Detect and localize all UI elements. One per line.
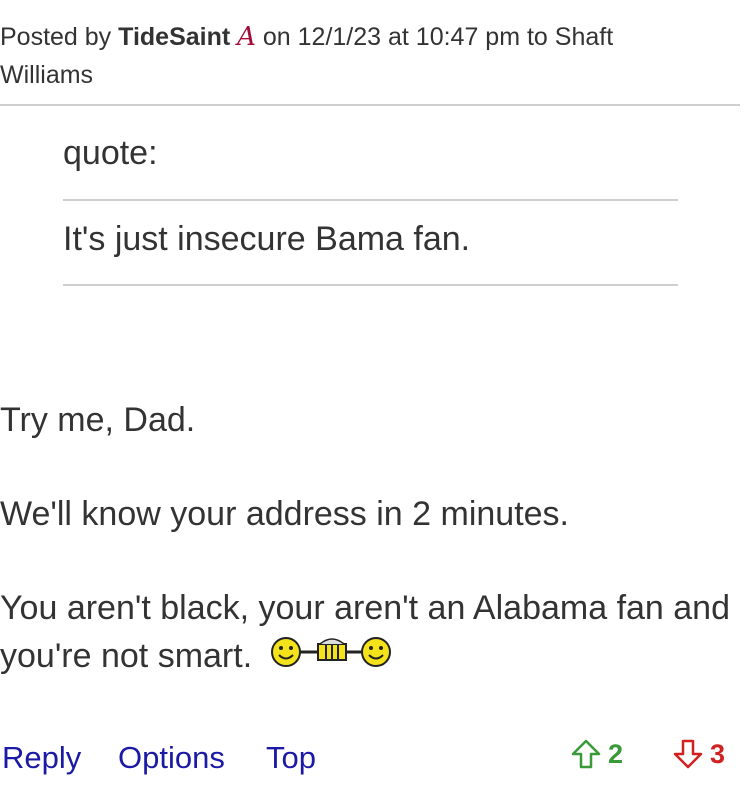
post-body-line: We'll know your address in 2 minutes. (0, 495, 570, 533)
smiley-emoticon-icon (270, 634, 392, 683)
header-divider (0, 104, 740, 106)
alabama-logo-icon: A (237, 22, 256, 52)
quote-text: It's just insecure Bama fan. (63, 220, 471, 258)
post-body-line-with-emoji: You aren't black, your aren't an Alabama… (0, 584, 730, 683)
options-link[interactable]: Options (118, 740, 225, 776)
author-name[interactable]: TideSaint (118, 23, 230, 51)
post-header: Posted by TideSaint A on 12/1/23 at 10:4… (0, 18, 690, 94)
reply-link[interactable]: Reply (2, 740, 81, 776)
top-link[interactable]: Top (266, 740, 316, 776)
upvote-button[interactable]: 2 (570, 738, 623, 770)
post-body-line: Try me, Dad. (0, 401, 196, 439)
quote-top-divider (63, 199, 678, 201)
arrow-up-icon (571, 739, 601, 769)
downvote-button[interactable]: 3 (672, 738, 725, 770)
quote-bottom-divider (63, 284, 678, 286)
posted-by-label: Posted by (0, 23, 112, 51)
downvote-count: 3 (710, 738, 726, 769)
upvote-count: 2 (608, 738, 624, 769)
arrow-down-icon (673, 739, 703, 769)
quote-label: quote: (63, 134, 158, 172)
